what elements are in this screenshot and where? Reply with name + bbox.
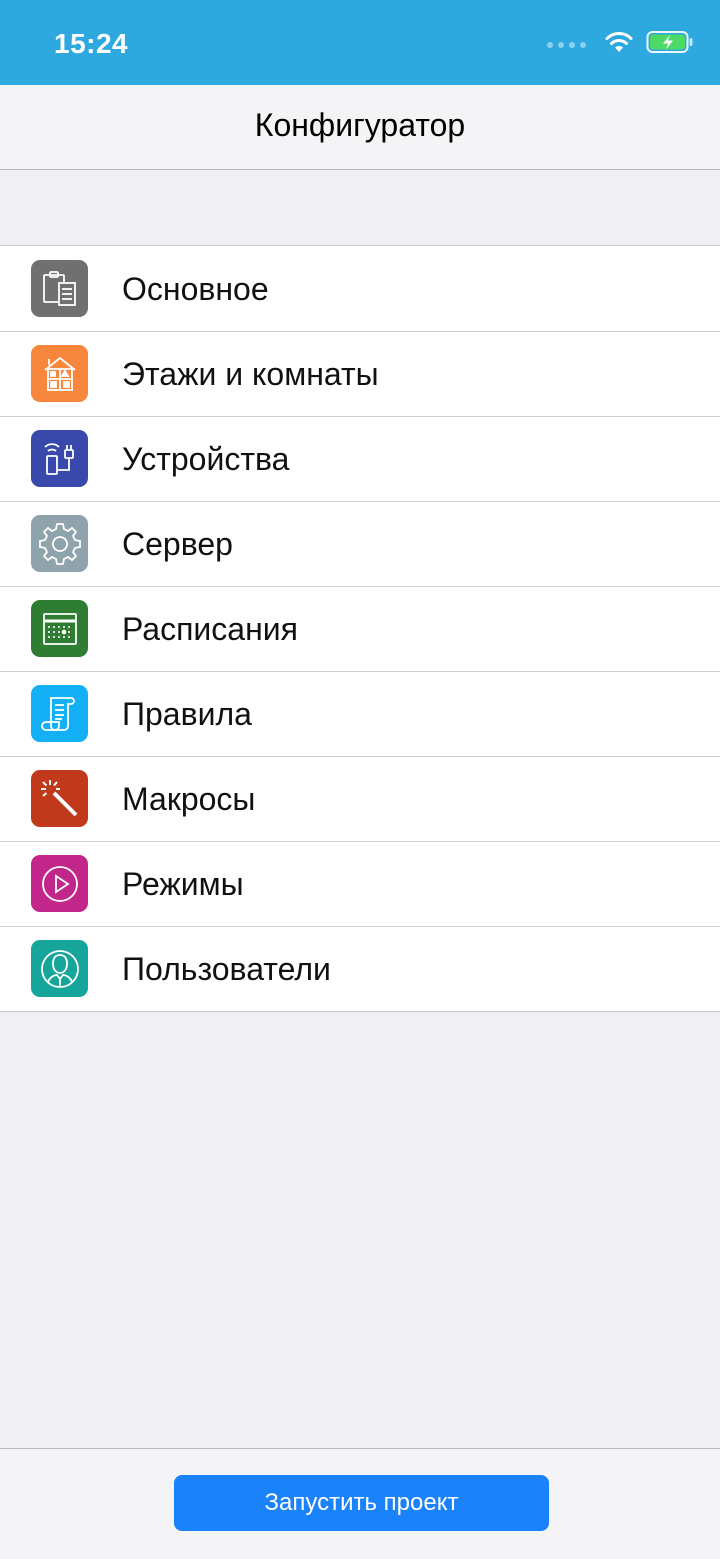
menu-item-label: Пользователи <box>122 951 331 987</box>
calendar-icon <box>31 600 88 657</box>
status-time: 15:24 <box>54 28 129 59</box>
menu-item-macros[interactable]: Макросы <box>0 756 720 841</box>
menu-item-floors-rooms[interactable]: Этажи и комнаты <box>0 331 720 416</box>
status-bar: 15:24 <box>0 0 720 85</box>
menu-item-label: Сервер <box>122 526 233 562</box>
menu-item-label: Устройства <box>122 441 290 477</box>
gear-icon <box>31 515 88 572</box>
menu-item-users[interactable]: Пользователи <box>0 926 720 1011</box>
menu-item-rules[interactable]: Правила <box>0 671 720 756</box>
house-icon <box>31 345 88 402</box>
signal-dots-icon <box>547 41 586 48</box>
settings-menu: Основное Этажи и комнаты Устройства Серв… <box>0 245 720 1012</box>
play-circle-icon <box>31 855 88 912</box>
menu-item-schedules[interactable]: Расписания <box>0 586 720 671</box>
user-circle-icon <box>31 940 88 997</box>
menu-item-label: Основное <box>122 271 269 307</box>
bottom-toolbar: Запустить проект <box>0 1448 720 1559</box>
menu-item-modes[interactable]: Режимы <box>0 841 720 926</box>
wifi-icon <box>604 30 634 59</box>
magic-wand-icon <box>31 770 88 827</box>
menu-item-devices[interactable]: Устройства <box>0 416 720 501</box>
menu-item-label: Этажи и комнаты <box>122 356 379 392</box>
start-project-button[interactable]: Запустить проект <box>174 1475 549 1531</box>
menu-item-general[interactable]: Основное <box>0 246 720 331</box>
status-icons <box>547 30 694 59</box>
menu-item-label: Расписания <box>122 611 298 647</box>
menu-item-label: Режимы <box>122 866 244 902</box>
menu-item-label: Макросы <box>122 781 256 817</box>
menu-item-label: Правила <box>122 696 252 732</box>
battery-charging-icon <box>646 30 694 59</box>
nav-bar: Конфигуратор <box>0 85 720 170</box>
clipboard-icon <box>31 260 88 317</box>
scroll-icon <box>31 685 88 742</box>
device-plug-icon <box>31 430 88 487</box>
menu-item-server[interactable]: Сервер <box>0 501 720 586</box>
page-title: Конфигуратор <box>254 107 466 143</box>
